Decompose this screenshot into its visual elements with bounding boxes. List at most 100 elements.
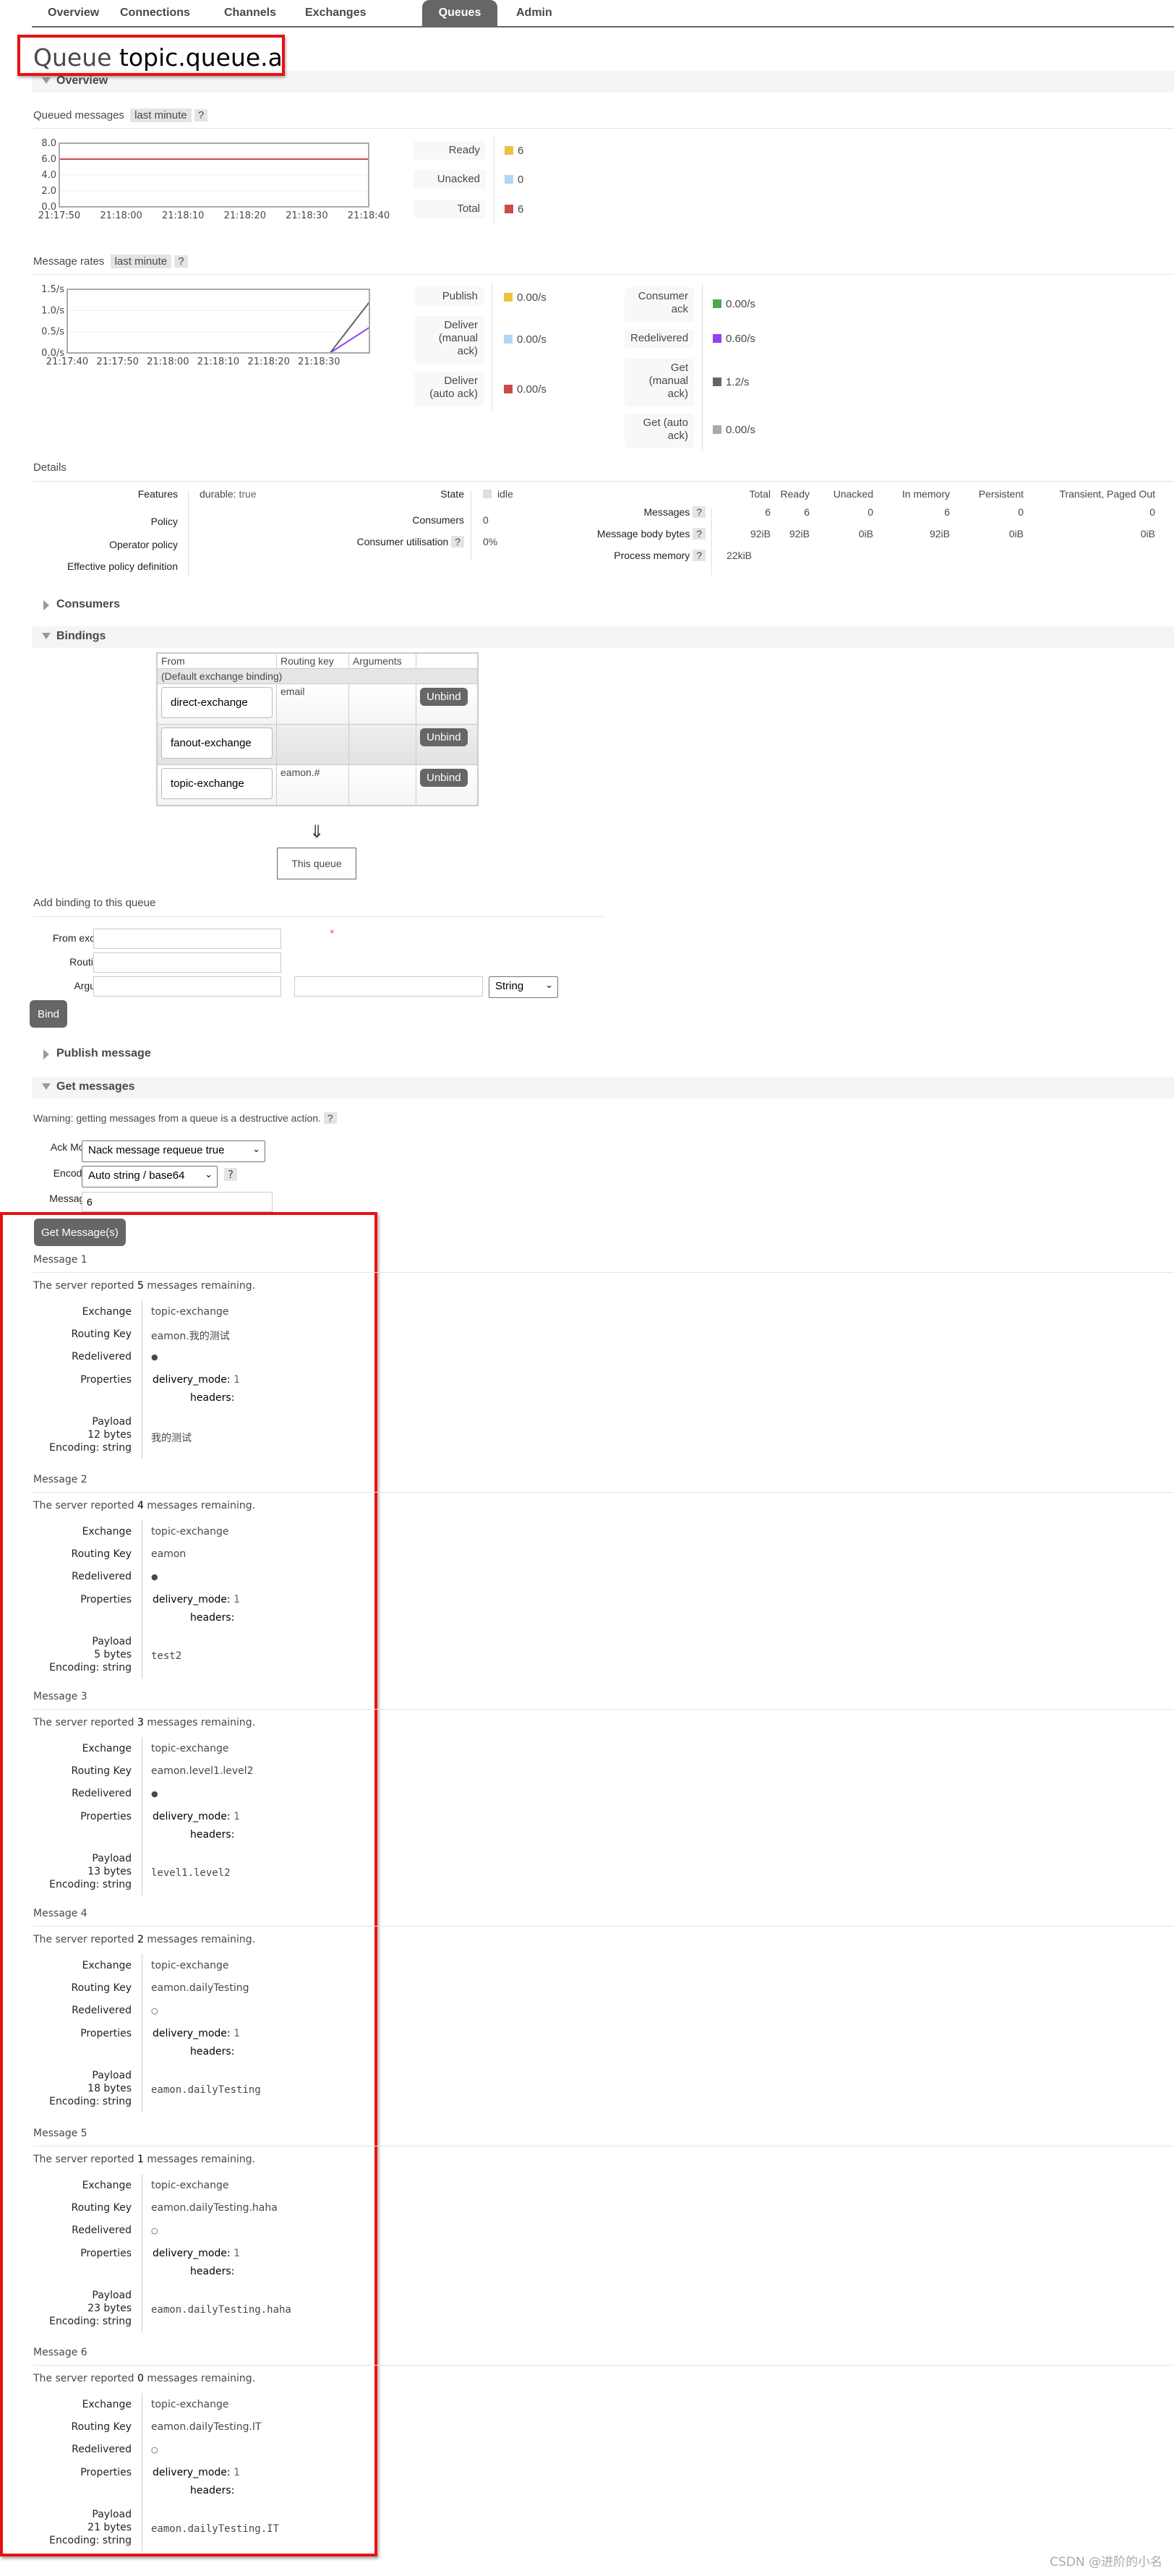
policy-label: Policy <box>150 516 178 527</box>
help-icon[interactable]: ? <box>693 506 706 518</box>
delivery-mode-key: delivery_mode: <box>153 2467 231 2478</box>
help-icon[interactable]: ? <box>693 550 706 561</box>
headers-key: headers: <box>190 2485 235 2496</box>
tab-channels[interactable]: Channels <box>215 0 285 27</box>
deliver-manual-swatch <box>504 335 513 344</box>
encoding-select[interactable]: Auto string / base64 ⌄ <box>82 1166 218 1187</box>
routing-key-input[interactable] <box>93 952 281 973</box>
col-transient: Transient, Paged Out <box>1059 488 1155 500</box>
help-icon[interactable]: ? <box>693 528 706 539</box>
y-tick-label: 8.0 <box>41 138 56 149</box>
routing-key-label: Routing Key <box>71 2421 132 2433</box>
exchange-link[interactable]: direct-exchange <box>161 687 273 718</box>
section-get-messages[interactable]: Get messages <box>32 1077 1174 1099</box>
section-publish-message[interactable]: Publish message <box>32 1044 249 1065</box>
legend-consumer-ack-value: 0.00/s <box>713 298 755 310</box>
exchange-value: topic-exchange <box>151 2399 229 2410</box>
tab-exchanges[interactable]: Exchanges <box>296 0 374 27</box>
binding-row: fanout-exchange Unbind <box>156 724 479 765</box>
unbind-button[interactable]: Unbind <box>420 728 468 746</box>
col-routing-key: Routing key <box>276 652 349 669</box>
exchange-label: Exchange <box>82 1743 132 1754</box>
properties-label: Properties <box>80 1811 132 1822</box>
redelivered-label: Redelivered <box>72 2005 132 2016</box>
legend-get-auto-value: 0.00/s <box>713 424 755 436</box>
total-swatch <box>505 205 513 213</box>
unbind-button[interactable]: Unbind <box>420 688 468 706</box>
stats-body-bytes-label: Message body bytes ? <box>564 528 706 539</box>
legend-deliver-manual-value: 0.00/s <box>504 333 547 346</box>
add-binding-label: Add binding to this queue <box>33 897 156 909</box>
tab-admin[interactable]: Admin <box>507 0 561 27</box>
exchange-link[interactable]: fanout-exchange <box>161 728 273 759</box>
default-binding-row: (Default exchange binding) <box>156 668 479 684</box>
help-icon[interactable]: ? <box>323 1112 337 1124</box>
argument-value-input[interactable] <box>294 976 483 997</box>
get-messages-button[interactable]: Get Message(s) <box>34 1219 126 1246</box>
stats-cell: 92iB <box>750 528 771 539</box>
remaining-pre: The server reported <box>33 1717 134 1728</box>
consumer-ack-swatch <box>713 299 721 308</box>
x-tick-label: 21:18:10 <box>162 210 204 221</box>
delivery-mode-value: 1 <box>233 2028 241 2039</box>
stats-messages-label: Messages ? <box>564 506 706 518</box>
chevron-down-icon: ⌄ <box>252 1143 260 1154</box>
routing-key-value: eamon.dailyTesting <box>151 1982 249 1994</box>
argument-key-input[interactable] <box>93 976 281 997</box>
remaining-count: 1 <box>137 2154 144 2165</box>
body-bytes-label-text: Message body bytes <box>596 528 690 539</box>
tab-connections[interactable]: Connections <box>111 0 199 27</box>
queued-messages-heading: Queued messages last minute ? <box>33 108 1174 129</box>
deliver-auto-swatch <box>504 385 513 393</box>
process-memory-label-text: Process memory <box>614 550 690 561</box>
tab-overview[interactable]: Overview <box>39 0 108 27</box>
messages-count-input[interactable] <box>82 1192 273 1212</box>
section-consumers[interactable]: Consumers <box>32 594 249 616</box>
routing-key-value: eamon.dailyTesting.IT <box>151 2421 262 2433</box>
stats-cell: 6 <box>765 506 771 518</box>
delivery-mode-key: delivery_mode: <box>153 2248 231 2259</box>
argument-type-select[interactable]: String ⌄ <box>489 976 558 998</box>
action-cell: Unbind <box>416 724 479 765</box>
help-icon[interactable]: ? <box>451 536 464 547</box>
stats-cell: 0 <box>867 506 873 518</box>
delivery-mode: delivery_mode: 1 <box>153 1594 240 1605</box>
headers-key: headers: <box>190 2046 235 2057</box>
section-overview-label: Overview <box>56 74 108 87</box>
exchange-link[interactable]: topic-exchange <box>161 768 273 799</box>
help-icon[interactable]: ? <box>224 1168 237 1181</box>
help-icon[interactable]: ? <box>174 255 188 268</box>
from-exchange-input[interactable] <box>93 929 281 949</box>
section-bindings[interactable]: Bindings <box>32 626 1174 648</box>
y-tick-label: 1.0/s <box>41 305 64 316</box>
queue-name: topic.queue.a <box>119 43 283 72</box>
delivery-mode: delivery_mode: 1 <box>153 1811 240 1822</box>
col-from: From <box>156 652 277 669</box>
ack-mode-select[interactable]: Nack message requeue true ⌄ <box>82 1140 265 1162</box>
legend-redelivered-value: 0.60/s <box>713 333 755 345</box>
stats-cell: 0 <box>1149 506 1155 518</box>
unbind-button[interactable]: Unbind <box>420 769 468 787</box>
redelivered-label: Redelivered <box>72 1788 132 1799</box>
range-selector[interactable]: last minute <box>130 108 192 122</box>
details-heading: Details <box>33 461 1174 482</box>
stats-process-memory-label: Process memory ? <box>564 550 706 561</box>
get-auto-value: 0.00/s <box>726 424 755 436</box>
properties-label: Properties <box>80 2028 132 2039</box>
legend-ready-value: 6 <box>505 145 523 157</box>
bind-button[interactable]: Bind <box>30 1000 68 1028</box>
payload-label: Payload <box>92 2509 132 2520</box>
range-selector[interactable]: last minute <box>110 255 172 268</box>
tab-queues[interactable]: Queues <box>422 0 497 27</box>
help-icon[interactable]: ? <box>194 109 208 121</box>
payload-size: 5 bytes <box>94 1649 132 1660</box>
routing-key-value: eamon.level1.level2 <box>151 1765 254 1777</box>
stats-cell: 92iB <box>789 528 810 539</box>
payload-size: 23 bytes <box>87 2303 132 2314</box>
routing-key-label: Routing Key <box>71 2202 132 2214</box>
remaining-count: 5 <box>137 1280 144 1292</box>
legend-ready-label: Ready <box>414 141 486 160</box>
redelivered-icon: ○ <box>151 2006 158 2016</box>
payload-encoding: Encoding: string <box>49 1662 132 1673</box>
headers-key: headers: <box>190 1392 235 1404</box>
